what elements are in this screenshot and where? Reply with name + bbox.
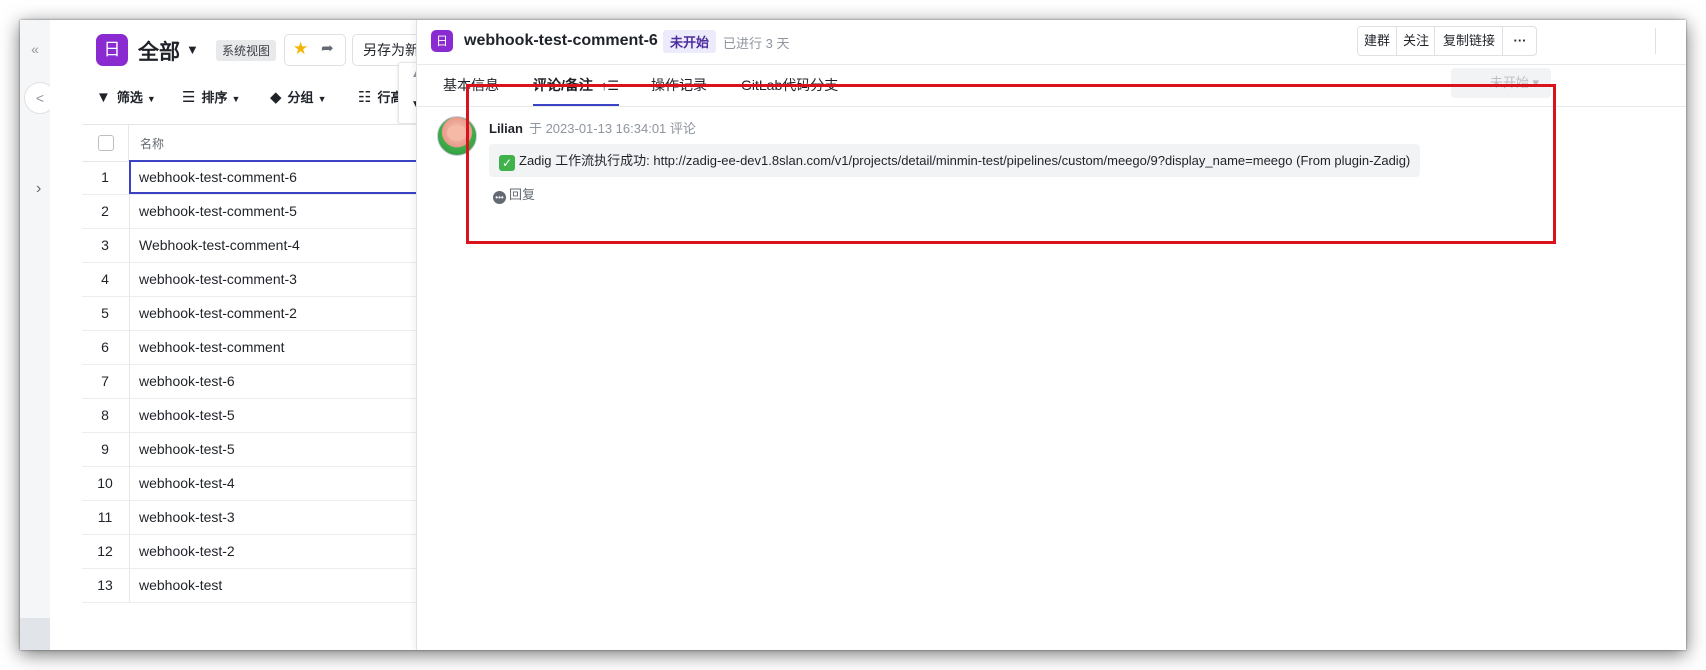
- comment-bubble-icon: •••: [493, 191, 506, 204]
- tab-activity-log[interactable]: 操作记录: [651, 66, 707, 104]
- detail-header: 日 webhook-test-comment-6 未开始 已进行 3 天 建群 …: [417, 20, 1686, 65]
- row-number: 11: [97, 509, 113, 525]
- app-window: « < › 日 全部 ▼ 系统视图 ★ ➦ 另存为新视图 ▼ 筛选 ▼ ☰ 排序 ▼ ◆…: [20, 20, 1686, 650]
- caret-icon: ▼: [146, 94, 156, 104]
- avatar-face: [447, 125, 467, 141]
- table-row[interactable]: 8 webhook-test-5: [82, 398, 470, 433]
- group-button[interactable]: ◆ 分组 ▼: [270, 86, 326, 110]
- tab-gitlab-branches[interactable]: GitLab代码分支: [741, 66, 838, 104]
- table-row[interactable]: 3 Webhook-test-comment-4: [82, 228, 470, 263]
- select-all-checkbox[interactable]: [98, 135, 114, 151]
- table-row[interactable]: 2 webhook-test-comment-5: [82, 194, 470, 229]
- status-select[interactable]: 未开始 ▾: [1451, 68, 1551, 98]
- system-view-tag: 系统视图: [216, 40, 277, 61]
- comment-author[interactable]: Lilian: [489, 121, 523, 136]
- comment-meta: 于 2023-01-13 16:34:01 评论: [528, 121, 696, 136]
- group-label: 分组: [287, 90, 314, 105]
- app-icon: 日: [96, 34, 128, 66]
- row-number: 7: [101, 373, 109, 389]
- filter-label: 筛选: [116, 90, 143, 105]
- row-number: 5: [101, 305, 109, 321]
- reply-button[interactable]: ••• 回复: [493, 184, 535, 204]
- row-number: 12: [97, 543, 113, 559]
- work-item-icon: 日: [431, 30, 453, 52]
- row-height-icon: ☷: [358, 89, 372, 106]
- table-row[interactable]: 5 webhook-test-comment-2: [82, 296, 470, 331]
- row-number: 1: [101, 169, 109, 185]
- row-number: 3: [101, 237, 109, 253]
- caret-icon: ▼: [317, 94, 327, 104]
- comment-header: Lilian 于 2023-01-13 16:34:01 评论: [489, 118, 696, 137]
- favorite-share-group: ★ ➦: [284, 34, 346, 66]
- detail-title[interactable]: webhook-test-comment-6: [464, 32, 658, 50]
- row-number: 10: [97, 475, 113, 491]
- check-icon: ✓: [499, 155, 515, 171]
- detail-tabs: 基本信息 评论/备注 ↑☰ 操作记录 GitLab代码分支 未开始 ▾: [417, 66, 1686, 107]
- header-actions: 建群 关注 复制链接 ···: [1357, 26, 1537, 56]
- status-badge[interactable]: 未开始: [663, 30, 717, 53]
- table-row[interactable]: 10 webhook-test-4: [82, 466, 470, 501]
- detail-panel: 日 webhook-test-comment-6 未开始 已进行 3 天 建群 …: [416, 20, 1686, 650]
- chevron-down-icon[interactable]: ▼: [186, 42, 199, 57]
- sort-order-icon[interactable]: ↑☰: [601, 78, 619, 93]
- column-header-name[interactable]: 名称: [140, 135, 164, 152]
- tab-basic-info[interactable]: 基本信息: [443, 66, 499, 104]
- collapse-icon[interactable]: «: [24, 40, 46, 58]
- table-header: 名称: [82, 124, 470, 162]
- star-icon[interactable]: ★: [293, 39, 308, 59]
- comment-body: ✓ Zadig 工作流执行成功: http://zadig-ee-dev1.8sl…: [489, 144, 1421, 177]
- sort-button[interactable]: ☰ 排序 ▼: [182, 86, 240, 110]
- column-divider: [128, 125, 129, 161]
- row-number: 2: [101, 203, 109, 219]
- follow-button[interactable]: 关注: [1396, 27, 1435, 55]
- table-row[interactable]: 11 webhook-test-3: [82, 500, 470, 535]
- secondary-nav: [50, 20, 71, 650]
- header-divider: [1655, 28, 1656, 54]
- view-title[interactable]: 全部: [138, 36, 180, 66]
- list-pane: 日 全部 ▼ 系统视图 ★ ➦ 另存为新视图 ▼ 筛选 ▼ ☰ 排序 ▼ ◆ 分组 ▼ ☷ 行…: [70, 20, 470, 650]
- row-number: 6: [101, 339, 109, 355]
- tab-comments-label: 评论/备注: [533, 77, 593, 93]
- table-row[interactable]: 7 webhook-test-6: [82, 364, 470, 399]
- table-row[interactable]: 6 webhook-test-comment: [82, 330, 470, 365]
- more-icon[interactable]: ···: [1502, 27, 1537, 55]
- row-height-button[interactable]: ☷ 行高: [358, 86, 403, 110]
- reply-label: 回复: [509, 187, 536, 202]
- sort-icon: ☰: [182, 89, 196, 106]
- caret-icon: ▼: [231, 94, 241, 104]
- table-row[interactable]: 1 webhook-test-comment-6: [82, 160, 470, 195]
- share-icon[interactable]: ➦: [321, 39, 334, 57]
- comment-text: Zadig 工作流执行成功: http://zadig-ee-dev1.8sla…: [519, 153, 1411, 168]
- copy-link-button[interactable]: 复制链接: [1434, 27, 1503, 55]
- chevron-right-icon[interactable]: ›: [36, 180, 41, 198]
- sort-label: 排序: [201, 90, 228, 105]
- left-rail: « < ›: [20, 20, 56, 650]
- tab-comments[interactable]: 评论/备注 ↑☰: [533, 66, 620, 106]
- avatar[interactable]: [437, 116, 477, 156]
- elapsed-time: 已进行 3 天: [723, 36, 790, 51]
- table-row[interactable]: 4 webhook-test-comment-3: [82, 262, 470, 297]
- row-number: 8: [101, 407, 109, 423]
- filter-icon: ▼: [96, 89, 111, 106]
- row-number: 4: [101, 271, 109, 287]
- tag-icon: ◆: [270, 89, 282, 106]
- row-number: 13: [97, 577, 113, 593]
- row-number: 9: [101, 441, 109, 457]
- table-row[interactable]: 12 webhook-test-2: [82, 534, 470, 569]
- create-group-button[interactable]: 建群: [1358, 27, 1396, 55]
- table-row[interactable]: 9 webhook-test-5: [82, 432, 470, 467]
- filter-button[interactable]: ▼ 筛选 ▼: [96, 86, 156, 110]
- rail-selected-item[interactable]: [20, 618, 50, 650]
- table-row[interactable]: 13 webhook-test: [82, 568, 470, 603]
